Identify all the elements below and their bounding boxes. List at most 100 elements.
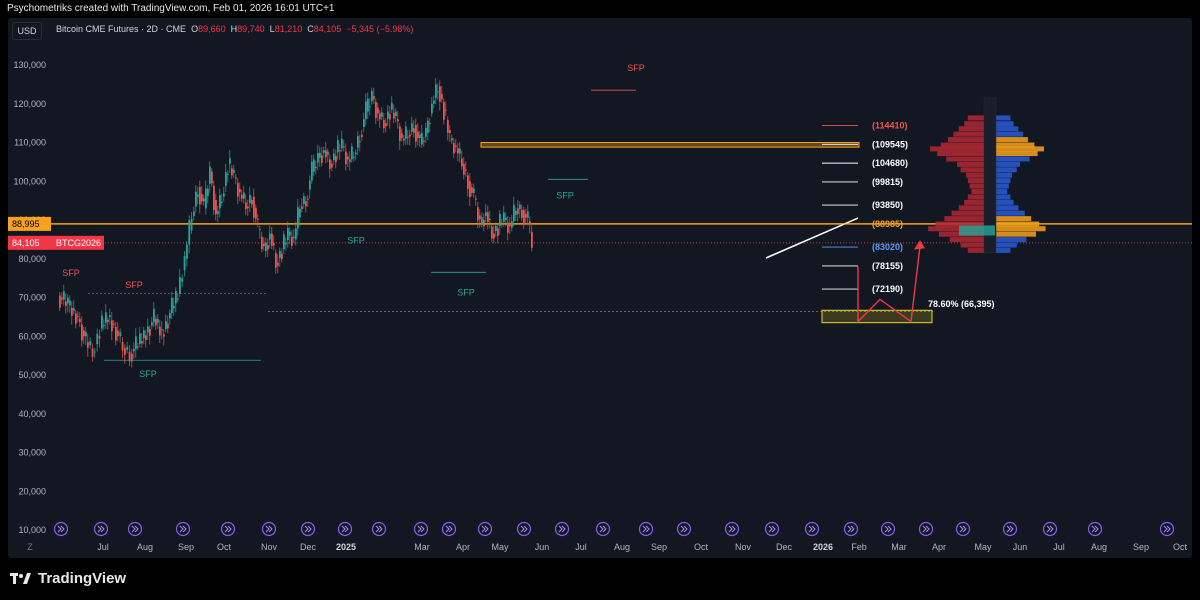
candle — [417, 131, 419, 138]
event-marker-icon[interactable] — [1087, 521, 1103, 537]
candle — [249, 194, 251, 204]
volume-profile-sell — [967, 194, 984, 200]
candle — [181, 277, 184, 282]
event-marker-icon[interactable] — [1002, 521, 1018, 537]
candle — [409, 134, 411, 137]
candle — [141, 341, 143, 344]
candle — [119, 331, 122, 337]
candle — [111, 320, 113, 332]
event-marker-icon[interactable] — [337, 521, 353, 537]
candle — [211, 171, 213, 184]
candle — [79, 318, 81, 323]
candle — [455, 145, 457, 147]
candle — [375, 101, 377, 118]
candle — [379, 113, 381, 120]
candle — [309, 180, 311, 190]
event-marker-icon[interactable] — [175, 521, 191, 537]
candle — [429, 123, 431, 125]
candle — [63, 291, 65, 300]
volume-profile-buy — [996, 226, 1046, 232]
candle — [273, 243, 275, 246]
event-marker-icon[interactable] — [638, 521, 654, 537]
volume-profile-sell — [951, 210, 984, 216]
candle — [501, 223, 503, 225]
sfp-label: SFP — [627, 63, 645, 73]
candle — [197, 194, 199, 197]
candle — [441, 94, 443, 100]
y-tick-label: 120,000 — [13, 99, 46, 109]
candle — [491, 226, 493, 239]
event-marker-icon[interactable] — [554, 521, 570, 537]
event-marker-icon[interactable] — [764, 521, 780, 537]
price-chart[interactable]: 130,000120,000110,000100,00090,00080,000… — [8, 18, 1192, 558]
event-marker-icon[interactable] — [676, 521, 692, 537]
candle — [383, 119, 385, 129]
candle — [263, 243, 265, 246]
event-marker-icon[interactable] — [93, 521, 109, 537]
candle — [485, 212, 487, 217]
event-marker-icon[interactable] — [441, 521, 457, 537]
candle — [467, 175, 469, 189]
candle — [195, 191, 197, 207]
candle — [449, 130, 451, 134]
event-marker-icon[interactable] — [127, 521, 143, 537]
volume-profile-sell — [957, 161, 984, 167]
event-marker-icon[interactable] — [516, 521, 532, 537]
zoom-button[interactable]: Z — [27, 542, 33, 552]
candle — [243, 192, 245, 199]
candle — [61, 297, 63, 300]
event-marker-icon[interactable] — [413, 521, 429, 537]
event-marker-icon[interactable] — [955, 521, 971, 537]
volume-profile-buy — [996, 231, 1036, 237]
candle — [481, 217, 483, 224]
candle — [271, 233, 273, 246]
event-marker-icon[interactable] — [1159, 521, 1175, 537]
tradingview-logo[interactable]: TradingView — [10, 570, 126, 587]
volume-profile-buy — [996, 189, 1008, 195]
volume-profile-sell — [958, 205, 984, 211]
event-marker-icon[interactable] — [477, 521, 493, 537]
volume-profile-buy — [996, 221, 1040, 227]
event-marker-icon[interactable] — [804, 521, 820, 537]
candle — [126, 346, 129, 350]
candle — [101, 315, 103, 329]
candle — [289, 231, 291, 236]
volume-profile-buy — [996, 131, 1024, 137]
event-marker-icon[interactable] — [1042, 521, 1058, 537]
candle — [225, 172, 227, 186]
candle — [405, 126, 407, 139]
chart-panel[interactable]: USD Bitcoin CME Futures · 2D · CME O89,6… — [8, 18, 1192, 558]
candle — [445, 109, 447, 111]
x-tick-label: Jun — [535, 542, 550, 552]
candle — [335, 156, 337, 163]
key-level-label: (72190) — [872, 284, 903, 294]
candle — [339, 150, 341, 152]
candle — [495, 225, 497, 231]
candle — [103, 325, 105, 327]
candle — [259, 229, 261, 231]
volume-profile-buy — [996, 205, 1019, 211]
sfp-label: SFP — [139, 369, 157, 379]
event-marker-icon[interactable] — [261, 521, 277, 537]
event-marker-icon[interactable] — [918, 521, 934, 537]
candle — [431, 103, 433, 114]
volume-profile-sell — [971, 189, 984, 195]
candle — [190, 218, 193, 231]
event-marker-icon[interactable] — [220, 521, 236, 537]
event-marker-icon[interactable] — [53, 521, 69, 537]
candle — [319, 152, 321, 158]
candle — [493, 233, 495, 239]
volume-profile-buy — [996, 161, 1020, 167]
event-marker-icon[interactable] — [300, 521, 316, 537]
candle — [313, 159, 315, 172]
event-marker-icon[interactable] — [880, 521, 896, 537]
target-zone-box — [821, 309, 933, 324]
candle — [186, 244, 188, 259]
event-marker-icon[interactable] — [595, 521, 611, 537]
candle — [279, 251, 281, 259]
event-marker-icon[interactable] — [843, 521, 859, 537]
candle — [147, 326, 149, 333]
candle — [261, 236, 263, 249]
event-marker-icon[interactable] — [371, 521, 387, 537]
event-marker-icon[interactable] — [724, 521, 740, 537]
